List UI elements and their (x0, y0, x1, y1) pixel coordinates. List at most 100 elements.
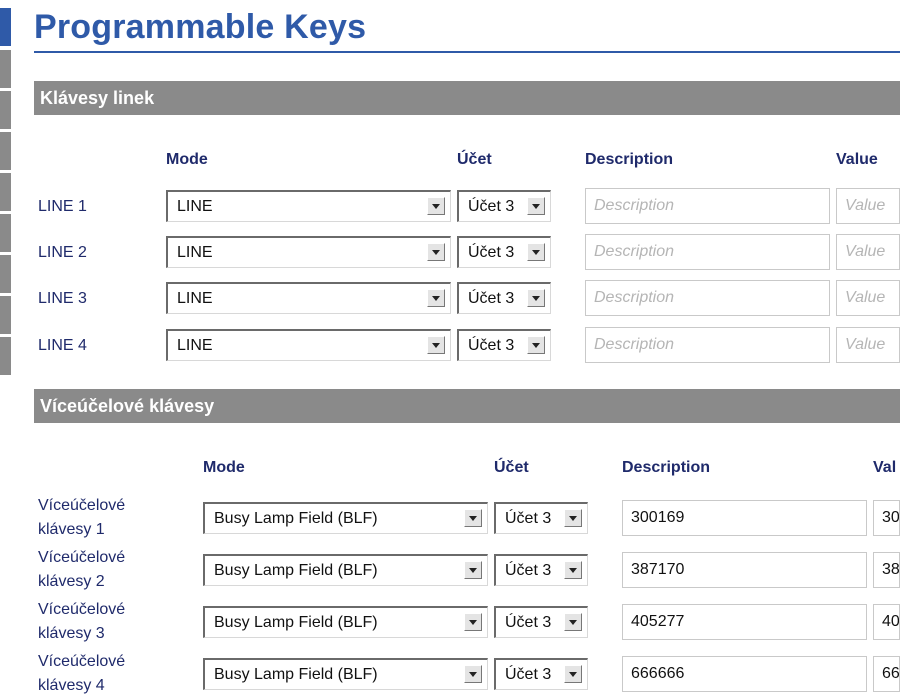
chevron-down-icon[interactable] (427, 243, 445, 261)
line-key-account-select[interactable]: Účet 3 (457, 236, 551, 268)
multi-key-account-select[interactable]: Účet 3 (494, 502, 588, 534)
chevron-down-icon[interactable] (527, 289, 545, 307)
multi-key-value-input[interactable]: 66 (873, 656, 900, 692)
line-key-value-input[interactable] (836, 327, 900, 363)
multi-key-description-input[interactable]: 300169 (622, 500, 867, 536)
selected-account: Účet 3 (505, 510, 552, 527)
multi-key-label: Víceúčelové klávesy 4 (38, 650, 125, 698)
selected-account: Účet 3 (505, 666, 552, 683)
line-key-value-input[interactable] (836, 280, 900, 316)
column-header-description: Description (585, 151, 674, 168)
line-key-value-input[interactable] (836, 188, 900, 224)
column-header-account: Účet (494, 459, 529, 476)
multi-key-label-line1: Víceúčelové (38, 497, 126, 514)
multi-key-account-select[interactable]: Účet 3 (494, 606, 588, 638)
nav-tab-9[interactable] (0, 337, 11, 376)
multi-key-mode-select[interactable]: Busy Lamp Field (BLF) (203, 502, 488, 534)
nav-tab-5[interactable] (0, 173, 11, 212)
multi-key-label-line2: klávesy 1 (38, 521, 105, 538)
selected-mode: LINE (177, 290, 213, 307)
nav-tab-8[interactable] (0, 296, 11, 335)
selected-account: Účet 3 (468, 290, 515, 307)
selected-account: Účet 3 (468, 244, 515, 261)
multi-key-label-line2: klávesy 3 (38, 625, 105, 642)
multi-key-description-input[interactable]: 387170 (622, 552, 867, 588)
line-key-account-select[interactable]: Účet 3 (457, 282, 551, 314)
multi-key-value-input[interactable]: 38 (873, 552, 900, 588)
selected-mode: Busy Lamp Field (BLF) (214, 666, 378, 683)
nav-tab-7[interactable] (0, 255, 11, 294)
line-key-account-select[interactable]: Účet 3 (457, 329, 551, 361)
chevron-down-icon[interactable] (427, 289, 445, 307)
chevron-down-icon[interactable] (564, 509, 582, 527)
chevron-down-icon[interactable] (464, 561, 482, 579)
column-header-mode: Mode (166, 151, 208, 168)
multi-key-account-select[interactable]: Účet 3 (494, 554, 588, 586)
multi-key-label-line1: Víceúčelové (38, 601, 126, 618)
selected-mode: Busy Lamp Field (BLF) (214, 614, 378, 631)
multi-key-mode-select[interactable]: Busy Lamp Field (BLF) (203, 606, 488, 638)
multi-key-description-input[interactable]: 405277 (622, 604, 867, 640)
multi-key-label-line1: Víceúčelové (38, 549, 126, 566)
chevron-down-icon[interactable] (527, 243, 545, 261)
title-divider (34, 51, 900, 53)
page-title: Programmable Keys (34, 8, 367, 46)
nav-tab-4[interactable] (0, 132, 11, 171)
column-header-mode: Mode (203, 459, 245, 476)
section-header-multi-keys: Víceúčelové klávesy (34, 389, 900, 423)
selected-mode: Busy Lamp Field (BLF) (214, 510, 378, 527)
chevron-down-icon[interactable] (464, 613, 482, 631)
column-header-value: Value (836, 151, 878, 168)
multi-key-label-line2: klávesy 4 (38, 677, 105, 694)
multi-key-label: Víceúčelové klávesy 3 (38, 598, 125, 646)
line-key-description-input[interactable] (585, 280, 830, 316)
section-header-line-keys: Klávesy linek (34, 81, 900, 115)
chevron-down-icon[interactable] (564, 613, 582, 631)
selected-mode: LINE (177, 337, 213, 354)
chevron-down-icon[interactable] (564, 561, 582, 579)
chevron-down-icon[interactable] (427, 197, 445, 215)
chevron-down-icon[interactable] (427, 336, 445, 354)
nav-tab-2[interactable] (0, 50, 11, 89)
line-key-label: LINE 2 (38, 244, 87, 261)
multi-key-mode-select[interactable]: Busy Lamp Field (BLF) (203, 658, 488, 690)
column-header-value: Val (873, 459, 897, 476)
line-key-account-select[interactable]: Účet 3 (457, 190, 551, 222)
selected-mode: LINE (177, 198, 213, 215)
chevron-down-icon[interactable] (564, 665, 582, 683)
line-key-mode-select[interactable]: LINE (166, 190, 451, 222)
line-key-label: LINE 1 (38, 198, 87, 215)
selected-account: Účet 3 (505, 562, 552, 579)
line-key-description-input[interactable] (585, 188, 830, 224)
line-key-description-input[interactable] (585, 327, 830, 363)
chevron-down-icon[interactable] (527, 197, 545, 215)
nav-tab-active[interactable] (0, 8, 11, 47)
line-key-mode-select[interactable]: LINE (166, 282, 451, 314)
line-key-value-input[interactable] (836, 234, 900, 270)
multi-key-description-input[interactable]: 666666 (622, 656, 867, 692)
chevron-down-icon[interactable] (464, 665, 482, 683)
multi-key-account-select[interactable]: Účet 3 (494, 658, 588, 690)
multi-key-label-line2: klávesy 2 (38, 573, 105, 590)
line-key-mode-select[interactable]: LINE (166, 236, 451, 268)
chevron-down-icon[interactable] (464, 509, 482, 527)
selected-account: Účet 3 (505, 614, 552, 631)
selected-account: Účet 3 (468, 337, 515, 354)
column-header-description: Description (622, 459, 711, 476)
nav-tab-6[interactable] (0, 214, 11, 253)
multi-key-label: Víceúčelové klávesy 1 (38, 494, 125, 542)
line-key-label: LINE 4 (38, 337, 87, 354)
nav-tab-3[interactable] (0, 91, 11, 130)
multi-key-value-input[interactable]: 30 (873, 500, 900, 536)
line-key-mode-select[interactable]: LINE (166, 329, 451, 361)
multi-key-value-input[interactable]: 40 (873, 604, 900, 640)
multi-key-label: Víceúčelové klávesy 2 (38, 546, 125, 594)
line-key-description-input[interactable] (585, 234, 830, 270)
line-key-label: LINE 3 (38, 290, 87, 307)
selected-mode: Busy Lamp Field (BLF) (214, 562, 378, 579)
multi-key-mode-select[interactable]: Busy Lamp Field (BLF) (203, 554, 488, 586)
selected-account: Účet 3 (468, 198, 515, 215)
multi-key-label-line1: Víceúčelové (38, 653, 126, 670)
selected-mode: LINE (177, 244, 213, 261)
chevron-down-icon[interactable] (527, 336, 545, 354)
